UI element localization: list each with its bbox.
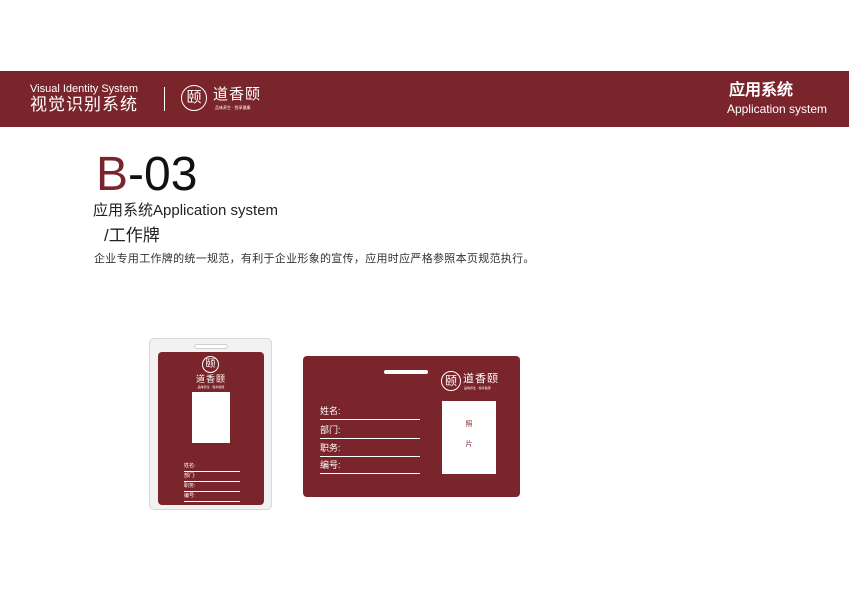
horizontal-badge-brand-name: 道香颐 — [463, 373, 499, 385]
brand-logo: 颐 道香颐 品味养生 · 悦享健康 — [178, 83, 278, 117]
horizontal-badge-logo-icon: 颐 — [441, 371, 461, 391]
vertical-badge-photo-area — [192, 392, 230, 443]
horizontal-badge-field-position: 职务: — [320, 443, 420, 457]
vertical-badge-brand-slogan: 品味养生 · 悦享健康 — [197, 385, 225, 389]
page-title: 应用系统Application system — [93, 202, 279, 219]
horizontal-badge-card: 颐 道香颐 品味养生 · 悦享健康 姓名: 部门: 职务: 编号: 照 片 — [303, 356, 520, 497]
page-subtitle: /工作牌 — [104, 226, 160, 245]
header-system-cn: 视觉识别系统 — [30, 95, 138, 114]
horizontal-badge-field-department: 部门: — [320, 425, 420, 439]
vertical-badge-field-department: 部门: — [184, 472, 240, 482]
page-code-lead: B — [96, 148, 129, 201]
page-code-number: -03 — [128, 148, 198, 201]
brand-logo-icon: 颐 — [181, 85, 207, 111]
vertical-badge-field-position: 职务: — [184, 482, 240, 492]
header-section-cn: 应用系统 — [728, 82, 793, 99]
horizontal-badge-photo-label-1: 照 — [465, 421, 473, 428]
vertical-badge-field-number: 编号: — [184, 492, 240, 502]
header-system-en: Visual Identity System — [30, 83, 139, 95]
horizontal-badge-field-number: 编号: — [320, 460, 420, 474]
brand-name: 道香颐 — [213, 86, 262, 103]
vertical-badge-brand-name: 道香颐 — [195, 374, 226, 384]
page-code: B-03 — [96, 147, 197, 203]
horizontal-badge-photo-label-2: 片 — [465, 441, 473, 448]
brand-slogan: 品味养生 · 悦享健康 — [215, 105, 251, 110]
header-section-en: Application system — [726, 102, 827, 116]
vertical-badge-holder: 颐 道香颐 品味养生 · 悦享健康 姓名: 部门: 职务: 编号: — [149, 338, 272, 510]
header-band: Visual Identity System 视觉识别系统 颐 道香颐 品味养生… — [0, 71, 849, 127]
header-divider — [164, 87, 165, 111]
page-description: 企业专用工作牌的统一规范，有利于企业形象的宣传，应用时应严格参照本页规范执行。 — [94, 253, 535, 265]
horizontal-badge-lanyard-slot — [384, 370, 428, 374]
horizontal-badge-field-name: 姓名: — [320, 406, 420, 420]
horizontal-badge-photo-area: 照 片 — [442, 401, 496, 474]
vertical-badge-logo-icon: 颐 — [202, 356, 219, 373]
horizontal-badge-brand-slogan: 品味养生 · 悦享健康 — [464, 386, 491, 390]
vertical-badge-card: 颐 道香颐 品味养生 · 悦享健康 姓名: 部门: 职务: 编号: — [158, 352, 264, 505]
vertical-badge-field-name: 姓名: — [184, 462, 240, 472]
vertical-badge-lanyard-slot — [194, 344, 228, 349]
